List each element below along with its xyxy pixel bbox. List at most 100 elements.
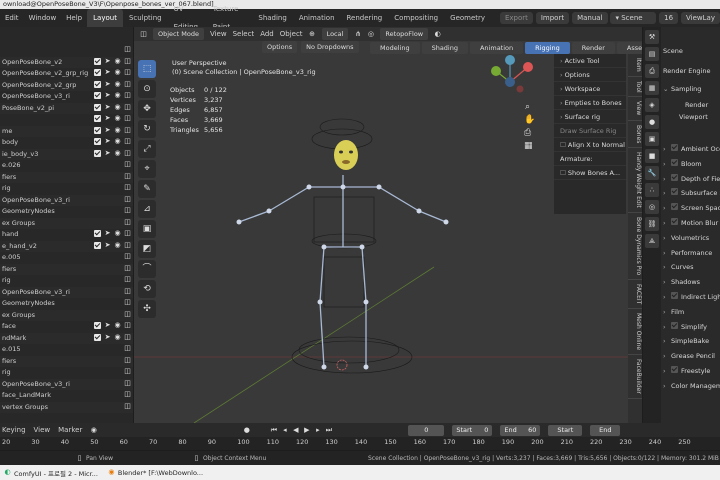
collection-tab-icon[interactable]: ▣ [645,132,659,146]
camera-render-icon[interactable]: ◫ [124,46,131,53]
outliner-row[interactable]: hand ➤ ◉ ◫ [0,229,133,241]
camera-render-icon[interactable]: ◫ [124,356,131,364]
menu-marker[interactable]: Marker [58,426,82,434]
workspace-tab-compositing[interactable]: Compositing [388,9,444,27]
zoom-icon[interactable]: ⌕ [524,103,531,112]
properties-section[interactable]: › Subsurface Scat [663,187,720,199]
camera-render-icon[interactable]: ◫ [124,69,131,76]
npanel-item[interactable]: › Empties to Bones [554,96,626,110]
npanel-item[interactable]: › Workspace [554,82,626,96]
camera-render-icon[interactable]: ◫ [124,184,131,191]
end-button-2[interactable]: End [590,424,621,436]
workspace-tab-animation[interactable]: Animation [293,9,341,27]
section-checkbox[interactable] [671,144,678,151]
properties-section[interactable]: › Ambient Occ [663,143,720,155]
camera-render-icon[interactable]: ◫ [124,299,131,306]
camera-render-icon[interactable]: ◫ [124,115,131,122]
properties-section[interactable]: › Depth of Field [663,173,720,185]
eye-icon[interactable]: ◉ [114,138,121,145]
properties-section[interactable]: › SimpleBake [663,335,709,347]
exclude-checkbox[interactable] [94,80,101,88]
workspace-tab-rendering[interactable]: Rendering [341,9,389,27]
exclude-checkbox[interactable] [94,57,101,65]
render-engine-row[interactable]: Render Engine [663,65,710,77]
outliner-row[interactable]: OpenPoseBone_v2 ➤ ◉ ◫ [0,56,133,68]
exclude-checkbox[interactable] [94,126,101,134]
select-arrow-icon[interactable]: ➤ [104,333,111,341]
camera-render-icon[interactable]: ◫ [124,92,131,99]
npanel-tab[interactable]: Tool [628,77,642,98]
outliner-row[interactable]: GeometryNodes ◫ [0,298,133,310]
section-checkbox[interactable] [671,292,678,299]
scene-selector[interactable]: ▾ Scene [610,12,657,24]
eye-icon[interactable]: ◉ [114,92,121,99]
npanel-tab[interactable]: Mesh Online [628,309,642,356]
outliner-row[interactable]: PoseBone_v2_pi ➤ ◉ ◫ [0,102,133,114]
section-checkbox[interactable] [671,173,678,181]
camera-render-icon[interactable]: ◫ [124,195,131,203]
outliner-row[interactable]: e.026 ◫ [0,160,133,172]
exclude-checkbox[interactable] [94,92,101,99]
exclude-checkbox[interactable] [94,322,101,329]
npanel-item[interactable]: Armature: [554,152,626,166]
auto-key-icon[interactable]: ◉ [90,426,97,434]
properties-section[interactable]: › Volumetrics [663,232,709,244]
play-reverse-icon[interactable]: ◀ [292,426,299,434]
exclude-checkbox[interactable] [94,138,101,145]
workspace-tab-sculpting[interactable]: Sculpting [123,9,168,27]
camera-render-icon[interactable]: ◫ [124,391,131,398]
camera-render-icon[interactable]: ◫ [124,276,131,283]
camera-render-icon[interactable]: ◫ [124,368,131,375]
taskbar-item-blender[interactable]: ◉ Blender* [F:\WebDownlo... [108,469,203,477]
outliner-row[interactable]: OpenPoseBone_v2_grp_rig ➤ ◉ ◫ [0,68,133,80]
outliner-row[interactable]: face ➤ ◉ ◫ [0,321,133,333]
export-button[interactable]: Export [499,12,533,24]
properties-section[interactable]: › Film [663,306,684,318]
section-checkbox[interactable] [671,188,678,196]
outliner-row[interactable]: fiers ◫ [0,263,133,275]
menu-edit[interactable]: Edit [0,9,24,27]
3d-viewport[interactable]: ◫ Object Mode View Select Add Object ⊕ L… [134,27,642,423]
eye-icon[interactable]: ◉ [114,230,121,237]
select-arrow-icon[interactable]: ➤ [104,57,111,65]
eye-icon[interactable]: ◉ [114,115,121,122]
menu-window[interactable]: Window [24,9,62,27]
outliner-row[interactable]: ie_body_v3 ➤ ◉ ◫ [0,148,133,160]
camera-render-icon[interactable]: ◫ [124,241,131,249]
select-arrow-icon[interactable]: ➤ [104,230,111,237]
pan-hand-icon[interactable]: ✋ [524,116,535,125]
camera-render-icon[interactable]: ◫ [124,207,131,214]
select-arrow-icon[interactable]: ➤ [104,115,111,122]
camera-render-icon[interactable]: ◫ [124,126,131,134]
exclude-checkbox[interactable] [94,69,101,76]
outliner-row[interactable]: face_LandMark ◫ [0,390,133,402]
world-tab-icon[interactable]: ● [645,115,659,129]
eye-icon[interactable]: ◉ [114,322,121,329]
eye-icon[interactable]: ◉ [114,333,121,341]
properties-section[interactable]: › Color Managem [663,380,720,392]
exclude-checkbox[interactable] [94,241,101,249]
output-tab-icon[interactable]: ⎙ [645,64,659,78]
npanel-item[interactable]: Draw Surface Rig [554,124,626,138]
properties-section[interactable]: › Shadows [663,276,700,288]
properties-section[interactable]: › Performance [663,247,712,259]
outliner-row[interactable]: OpenPoseBone_v3_ri ◫ [0,194,133,206]
eye-icon[interactable]: ◉ [114,241,121,249]
outliner-row[interactable]: fiers ◫ [0,171,133,183]
camera-render-icon[interactable]: ◫ [124,345,131,352]
select-arrow-icon[interactable]: ➤ [104,149,111,157]
frame-field[interactable]: 16 [659,12,679,24]
outliner-row[interactable]: ➤ ◉ ◫ [0,114,133,126]
outliner-row[interactable]: rig ◫ [0,183,133,195]
workspace-tab-geometry[interactable]: Geometry [444,9,491,27]
jump-start-icon[interactable]: ⏮ [270,426,277,434]
properties-section[interactable]: › Bloom [663,158,702,170]
camera-render-icon[interactable]: ◫ [124,57,131,65]
render-tab-icon[interactable]: ▤ [645,47,659,61]
eye-icon[interactable]: ◉ [114,69,121,76]
select-arrow-icon[interactable]: ➤ [104,92,111,99]
physics-tab-icon[interactable]: ◎ [645,200,659,214]
start-button-2[interactable]: Start [548,424,583,436]
outliner-row[interactable]: ex Groups ◫ [0,309,133,321]
camera-render-icon[interactable]: ◫ [124,230,131,237]
